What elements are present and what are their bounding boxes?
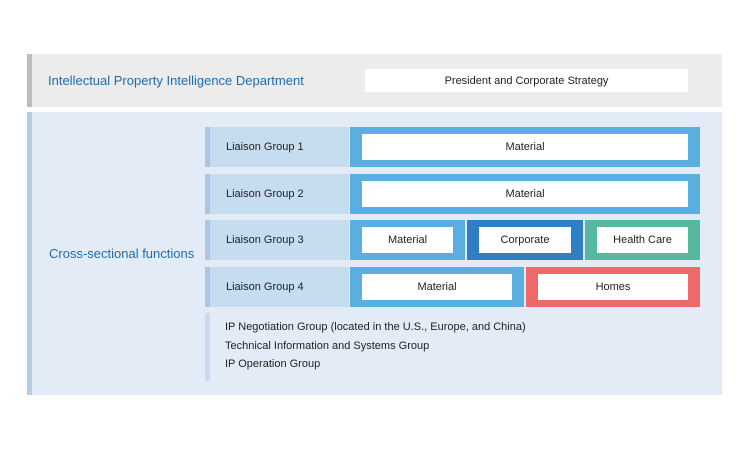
group-4-homes-frame: Homes — [526, 267, 700, 307]
function-item: IP Negotiation Group (located in the U.S… — [225, 321, 526, 333]
group-3-corporate-frame: Corporate — [467, 220, 583, 260]
group-label-bar — [205, 174, 210, 214]
liaison-group-2-label: Liaison Group 2 — [205, 174, 349, 214]
group-1-material-frame: Material — [350, 127, 700, 167]
group-label-bar — [205, 267, 210, 307]
group-label-text: Liaison Group 4 — [226, 281, 304, 293]
liaison-group-3-label: Liaison Group 3 — [205, 220, 349, 260]
department-title: Intellectual Property Intelligence Depar… — [48, 73, 304, 88]
group-4-material-cell: Material — [362, 274, 512, 300]
top-band-accent — [27, 54, 32, 107]
group-2-material-frame: Material — [350, 174, 700, 214]
group-2-material-cell: Material — [362, 181, 688, 207]
cross-sectional-title: Cross-sectional functions — [49, 246, 195, 261]
cross-band-accent — [27, 112, 32, 395]
group-label-bar — [205, 220, 210, 260]
group-4-homes-cell: Homes — [538, 274, 688, 300]
function-item: Technical Information and Systems Group — [225, 340, 430, 352]
group-label-text: Liaison Group 2 — [226, 188, 304, 200]
group-3-health-care-cell: Health Care — [597, 227, 688, 253]
group-label-bar — [205, 127, 210, 167]
group-1-material-cell: Material — [362, 134, 688, 160]
functions-bar — [205, 313, 210, 381]
group-3-corporate-cell: Corporate — [479, 227, 571, 253]
group-4-material-frame: Material — [350, 267, 524, 307]
function-item: IP Operation Group — [225, 358, 321, 370]
liaison-group-4-label: Liaison Group 4 — [205, 267, 349, 307]
group-3-material-frame: Material — [350, 220, 465, 260]
group-3-health-care-frame: Health Care — [585, 220, 700, 260]
group-label-text: Liaison Group 3 — [226, 234, 304, 246]
liaison-group-1-label: Liaison Group 1 — [205, 127, 349, 167]
president-box: President and Corporate Strategy — [365, 69, 688, 92]
group-3-material-cell: Material — [362, 227, 453, 253]
group-label-text: Liaison Group 1 — [226, 141, 304, 153]
